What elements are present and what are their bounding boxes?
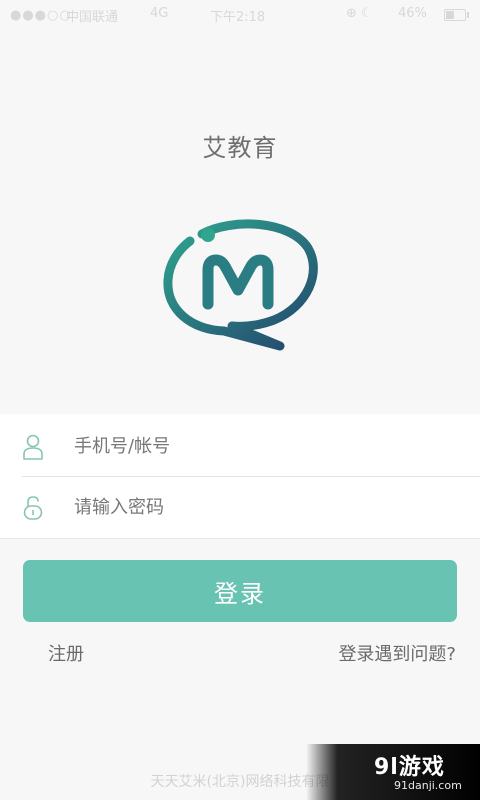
- network-type: 4G: [150, 6, 169, 21]
- password-row: [0, 477, 480, 537]
- battery-fill: [446, 11, 454, 19]
- user-icon: [23, 434, 43, 460]
- watermark-logo: 9l游戏: [374, 755, 445, 780]
- status-time: 下午2:18: [210, 10, 266, 25]
- signal-icon: ●●●○○: [10, 8, 72, 23]
- carrier-label: 中国联通: [66, 10, 119, 25]
- battery-percentage: 46%: [398, 6, 427, 21]
- app-logo: [163, 219, 318, 351]
- login-help-link[interactable]: 登录遇到问题?: [338, 640, 456, 666]
- password-input[interactable]: [74, 489, 454, 525]
- watermark-url: 91danji.com: [394, 779, 462, 792]
- battery-icon: [444, 9, 469, 21]
- status-icons: ⊕ ☾: [346, 6, 373, 21]
- register-link[interactable]: 注册: [48, 640, 84, 666]
- status-bar: ●●●○○ 中国联通 4G 下午2:18 ⊕ ☾ 46%: [0, 0, 480, 30]
- login-button[interactable]: 登录: [23, 560, 457, 622]
- login-form: [0, 414, 480, 539]
- app-title: 艾教育: [202, 134, 278, 162]
- username-row: [0, 416, 480, 477]
- lock-icon: [23, 496, 43, 520]
- username-input[interactable]: [74, 428, 454, 464]
- watermark: 9l游戏 91danji.com: [306, 744, 480, 800]
